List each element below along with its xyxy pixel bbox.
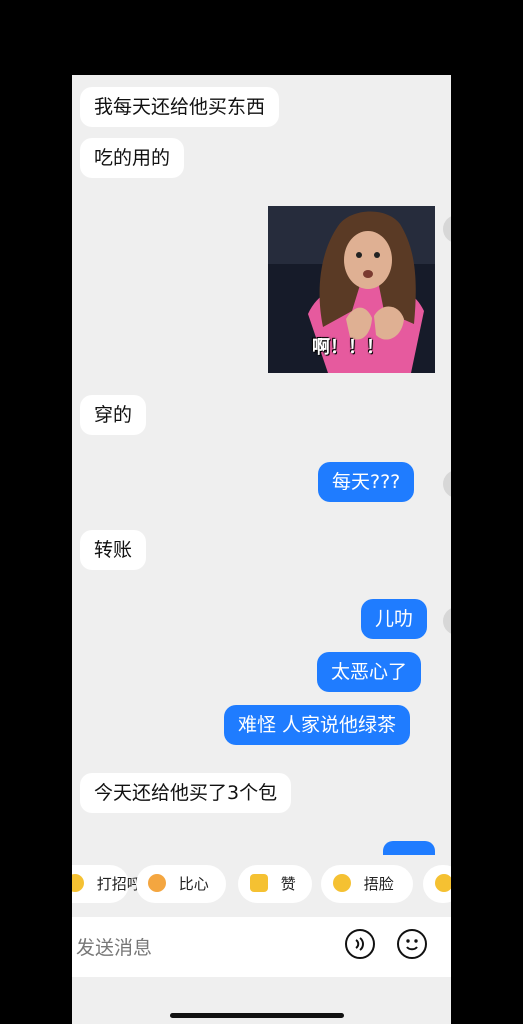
wave-icon: [72, 874, 84, 892]
reaction-chip-thumbs-up[interactable]: 赞: [238, 865, 312, 903]
emoji-button-icon[interactable]: [397, 929, 427, 959]
reaction-chip-facepalm[interactable]: 捂脸: [321, 865, 413, 903]
voice-icon[interactable]: [345, 929, 375, 959]
message-text: 我每天还给他买东西: [94, 96, 266, 118]
home-indicator: [170, 1013, 344, 1018]
heart-hands-icon: [148, 874, 166, 892]
sticker-message[interactable]: 啊！！！: [268, 206, 435, 373]
reaction-chip-more[interactable]: [423, 865, 451, 903]
reaction-label: 比心: [178, 875, 209, 893]
message-bubble-outgoing[interactable]: [383, 841, 435, 855]
message-bubble-incoming[interactable]: 吃的用的: [80, 138, 185, 178]
avatar[interactable]: [443, 215, 451, 243]
smile-glyph: [406, 939, 418, 951]
message-bubble-incoming[interactable]: 今天还给他买了3个包: [80, 773, 292, 813]
message-bubble-incoming[interactable]: 我每天还给他买东西: [80, 87, 280, 127]
avatar[interactable]: [443, 607, 451, 635]
quick-reaction-bar: 打招呼 比心 赞 捂脸: [72, 865, 451, 903]
message-bubble-outgoing[interactable]: 每天???: [318, 462, 415, 502]
message-bubble-incoming[interactable]: 转账: [80, 530, 147, 570]
message-bubble-outgoing[interactable]: 难怪 人家说他绿茶: [224, 705, 411, 745]
reaction-label: 赞: [280, 875, 296, 893]
sticker-caption: 啊！！！: [312, 337, 384, 358]
message-text: 儿叻: [375, 608, 414, 630]
message-text: 今天还给他买了3个包: [94, 782, 278, 804]
reaction-chip-heart-hands[interactable]: 比心: [136, 865, 226, 903]
voice-glyph: [355, 937, 364, 951]
message-text: 吃的用的: [94, 147, 171, 169]
message-bubble-incoming[interactable]: 穿的: [80, 395, 147, 435]
message-text: 太恶心了: [331, 661, 408, 683]
reaction-chip-wave[interactable]: 打招呼: [72, 865, 142, 903]
facepalm-icon: [333, 874, 351, 892]
emoji-icon: [435, 874, 451, 892]
message-input[interactable]: 发送消息: [76, 933, 152, 960]
message-text: 每天???: [332, 471, 401, 493]
message-text: 转账: [94, 539, 133, 561]
chat-screen: 我每天还给他买东西 吃的用的 啊！！！ 穿的 每天??? 转账 儿叻 太恶心了 …: [72, 75, 451, 1024]
message-text: 难怪 人家说他绿茶: [238, 714, 397, 736]
message-text: 穿的: [94, 404, 133, 426]
avatar[interactable]: [443, 470, 451, 498]
thumbs-up-icon: [250, 874, 268, 892]
message-input-bar: 发送消息: [72, 917, 451, 977]
reaction-label: 捂脸: [363, 875, 394, 893]
message-bubble-outgoing[interactable]: 儿叻: [361, 599, 428, 639]
message-bubble-outgoing[interactable]: 太恶心了: [317, 652, 422, 692]
